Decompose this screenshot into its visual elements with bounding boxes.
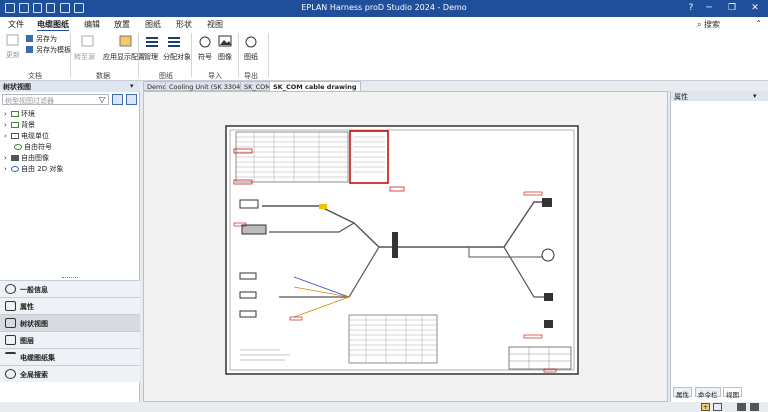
rtab-view[interactable]: 视图 [723, 387, 742, 399]
group-document-label: 文档 [28, 72, 42, 80]
tree-item-free-image[interactable]: › 自由图像 [4, 153, 49, 163]
tree-item-environment[interactable]: › 环境 [4, 109, 35, 119]
tree-view-panel: 树状视图 ▾ 树型视图过滤器 ▽ › 环境 › 背景 › 电缆单位 自由符号 ›… [0, 81, 140, 412]
go-to-source-icon [81, 35, 94, 47]
status-bar: + [0, 402, 768, 412]
menu-view[interactable]: 视图 [207, 19, 223, 30]
layers-icon [5, 335, 16, 345]
properties-panel: 属性 ▾ 属性 命令栏 视图 [670, 91, 768, 402]
document-tabs: Demo Cooling Unit (SK 3304.500) SK_COM S… [143, 81, 668, 91]
group-drawing-label: 图纸 [159, 72, 173, 80]
panel-pin-icon[interactable]: ▾ [753, 92, 757, 100]
tree-item-cable-unit[interactable]: › 电缆单位 [4, 131, 49, 141]
menu-bar: 文件 电缆图纸 编辑 放置 图纸 形状 视图 ⌕ 搜索 ⌃ [0, 17, 768, 32]
display-config-icon [119, 35, 132, 47]
save-as-template-button[interactable]: 另存为模板 [36, 45, 71, 55]
collapse-ribbon-icon[interactable]: ⌃ [755, 19, 762, 28]
help-icon[interactable]: ? [684, 2, 698, 15]
tree-view-title: 树状视图 [0, 81, 140, 92]
drawing-canvas[interactable] [143, 91, 668, 402]
cable-drawing-sheet [225, 125, 579, 375]
menu-place[interactable]: 放置 [114, 19, 130, 30]
tree-option-icon-1[interactable] [112, 94, 123, 105]
tree-item-free-symbol[interactable]: 自由符号 [12, 142, 52, 152]
grid-view-icon[interactable] [737, 403, 746, 411]
symbol-icon [199, 36, 211, 48]
update-icon[interactable] [6, 34, 20, 47]
free-symbol-icon [14, 144, 22, 150]
rtab-command-bar[interactable]: 命令栏 [695, 387, 721, 399]
menu-drawing[interactable]: 图纸 [145, 19, 161, 30]
save-as-button[interactable]: 另存为 [36, 34, 57, 44]
window-title: EPLAN Harness proD Studio 2024 - Demo [301, 3, 467, 12]
update-button[interactable]: 更新 [6, 50, 20, 60]
group-import-label: 导入 [208, 72, 222, 80]
nav-general-info[interactable]: 一般信息 [0, 280, 140, 297]
info-icon [5, 284, 16, 294]
list-view-icon[interactable] [750, 403, 759, 411]
tab-sk-com-cable-drawing[interactable]: SK_COM cable drawing [269, 81, 361, 91]
filter-icon[interactable]: ▽ [99, 95, 105, 104]
manage-button[interactable]: 管理 [144, 52, 158, 62]
nav-tree-view[interactable]: 树状视图 [0, 314, 140, 331]
tree-view-icon [5, 318, 16, 328]
environment-icon [11, 111, 20, 117]
tree-option-icon-2[interactable] [126, 94, 137, 105]
go-to-source-button[interactable]: 转至源 [74, 52, 95, 62]
manage-icon [146, 37, 158, 47]
import-symbol-button[interactable]: 符号 [198, 52, 212, 62]
tree-filter-input[interactable]: 树型视图过滤器 [2, 94, 109, 105]
minimize-icon[interactable]: ─ [702, 2, 716, 15]
nav-cable-drawing-set[interactable]: 电缆图纸集 [0, 348, 140, 365]
group-export-label: 导出 [244, 72, 258, 80]
menu-shape[interactable]: 形状 [176, 19, 192, 30]
export-drawing-icon [245, 36, 257, 48]
background-icon [11, 122, 20, 128]
search-icon: ⌕ [696, 20, 702, 29]
properties-icon [5, 301, 16, 311]
assign-objects-button[interactable]: 分配对象 [163, 52, 191, 62]
assign-objects-icon [168, 37, 180, 47]
save-as-icon [26, 35, 33, 42]
close-icon[interactable]: ✕ [748, 2, 762, 15]
import-image-button[interactable]: 图像 [218, 52, 232, 62]
tree-item-free-2d-object[interactable]: › 自由 2D 对象 [4, 164, 63, 174]
global-search-icon [5, 369, 16, 379]
nav-global-search[interactable]: 全局搜索 [0, 365, 140, 382]
menu-edit[interactable]: 编辑 [84, 19, 100, 30]
menu-file[interactable]: 文件 [8, 19, 24, 30]
save-as-template-icon [26, 46, 33, 53]
title-bar: EPLAN Harness proD Studio 2024 - Demo ? … [0, 0, 768, 17]
cable-set-icon [5, 352, 16, 362]
frame-icon[interactable] [713, 403, 722, 411]
free-2d-object-icon [11, 166, 20, 172]
crosshair-icon[interactable]: + [701, 403, 710, 411]
splitter-handle[interactable] [62, 277, 78, 279]
ribbon: 更新 另存为 另存为模板 文档 转至源 应用显示配置 数据 管理 分配对象 图纸… [0, 31, 768, 81]
export-drawing-button[interactable]: 图纸 [244, 52, 258, 62]
nav-layers[interactable]: 图层 [0, 331, 140, 348]
cable-unit-icon [11, 133, 20, 139]
image-icon [218, 35, 232, 47]
panel-pin-icon[interactable]: ▾ [130, 82, 134, 90]
free-image-icon [11, 155, 20, 161]
restore-icon[interactable]: ❐ [725, 2, 739, 15]
tree-item-background[interactable]: › 背景 [4, 120, 35, 130]
nav-properties[interactable]: 属性 [0, 297, 140, 314]
search-box[interactable]: ⌕ 搜索 [697, 19, 720, 30]
rtab-properties[interactable]: 属性 [673, 387, 692, 399]
group-data-label: 数据 [96, 72, 110, 80]
